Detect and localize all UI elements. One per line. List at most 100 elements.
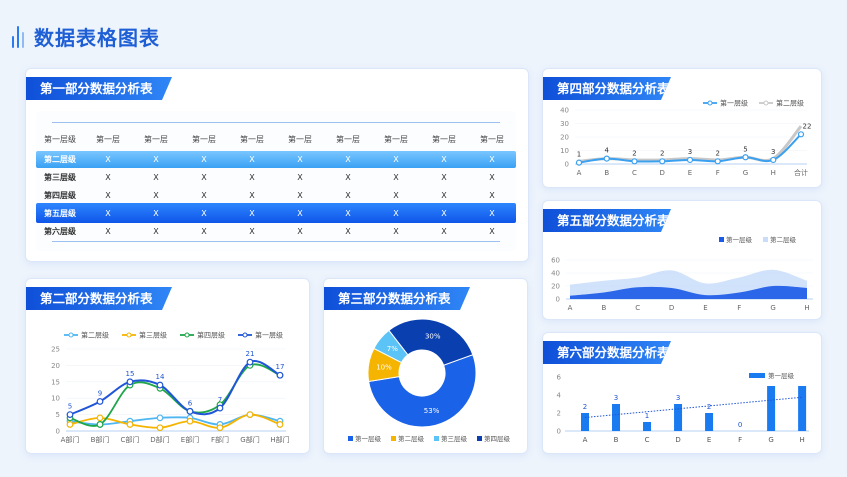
legend-label: 第一层级: [255, 331, 283, 340]
data-point: [216, 404, 224, 412]
x-tick-label: B: [601, 304, 606, 312]
legend-label: 第一层级: [355, 434, 382, 443]
data-label: 1: [645, 412, 649, 420]
table-cell: X: [441, 155, 447, 164]
table-header-cell: 第一层: [144, 135, 168, 144]
data-label: 6: [188, 399, 193, 407]
table-cell: X: [153, 227, 159, 236]
legend-swatch-marker: [707, 100, 713, 106]
y-tick-label: 20: [560, 134, 569, 142]
x-tick-label: E: [707, 436, 711, 444]
data-point: [714, 158, 721, 165]
y-tick-label: 0: [565, 161, 569, 169]
series-line: [69, 360, 281, 416]
table-cell: X: [297, 173, 303, 182]
table-cell: X: [393, 227, 399, 236]
table-header-cell: 第一层: [96, 135, 120, 144]
table-header-cell: 第一层: [480, 135, 504, 144]
table-cell: X: [297, 208, 303, 218]
table-header-cell: 第一层: [192, 135, 216, 144]
section-4-card: 第四部分数据分析表 0 10 20 30 40 A B C D E F G H 合计 第一层级 第二层级 1 4 2…: [542, 68, 822, 188]
table-cell: X: [249, 173, 255, 182]
y-tick-label: 15: [51, 378, 60, 386]
data-point: [686, 156, 694, 164]
legend-label: 第四层级: [484, 434, 511, 443]
table-header-cell: 第一层: [240, 135, 264, 144]
table-row: 第六层级 X X X X X X X X X: [36, 223, 516, 240]
x-tick-label: F: [738, 436, 742, 444]
x-tick-label: D部门: [150, 435, 169, 444]
slice-value-label: 7%: [387, 345, 398, 353]
legend-label: 第三层级: [139, 331, 167, 340]
data-label: 3: [676, 394, 680, 402]
data-point: [603, 155, 610, 162]
section-3-card: 第三部分数据分析表 53% 10% 7% 30% 第一层级 第二层级 第三层级 第四层级: [323, 278, 528, 454]
legend-swatch-marker: [126, 332, 132, 338]
y-tick-label: 20: [51, 362, 60, 370]
legend-swatch: [348, 436, 353, 441]
table-cell: 第四层级: [44, 191, 76, 200]
table-cell: X: [489, 208, 495, 218]
data-point: [631, 158, 638, 165]
data-point: [96, 398, 104, 405]
legend-label: 第二层级: [770, 235, 797, 244]
table-cell: X: [297, 227, 303, 236]
x-tick-label: A: [577, 169, 582, 177]
data-table: 第一层级 第一层 第一层 第一层 第一层 第一层 第一层 第一层 第一层 第一层 第二层级 X X X X X…: [36, 111, 516, 251]
data-point: [575, 159, 583, 166]
table-top-rule: [52, 122, 500, 123]
table-cell: X: [441, 191, 447, 200]
y-tick-label: 40: [551, 270, 560, 278]
data-point: [216, 424, 224, 432]
table-cell: X: [393, 155, 399, 164]
table-header-row: 第一层级 第一层 第一层 第一层 第一层 第一层 第一层 第一层 第一层 第一层: [36, 131, 516, 148]
y-tick-label: 0: [56, 428, 60, 436]
legend-label: 第二层级: [776, 99, 804, 108]
slice-value-label: 30%: [425, 333, 441, 341]
data-point: [659, 158, 666, 165]
x-tick-label: E部门: [181, 435, 199, 444]
data-label: 3: [688, 148, 692, 156]
table-header-cell: 第一层级: [44, 135, 76, 144]
section-1-title: 第一部分数据分析表: [26, 77, 172, 100]
data-label: 21: [246, 350, 255, 358]
bar: [674, 404, 683, 431]
table-cell: X: [249, 191, 255, 200]
bar: [798, 386, 807, 431]
data-point: [126, 378, 134, 386]
data-point: [246, 411, 254, 419]
bar: [581, 413, 589, 431]
data-label: 0: [738, 421, 742, 429]
table-cell: X: [201, 208, 207, 218]
table-cell: X: [345, 191, 351, 200]
table-cell: X: [489, 191, 495, 200]
y-tick-label: 40: [560, 107, 569, 115]
table-cell: X: [249, 227, 255, 236]
x-tick-label: C: [635, 304, 640, 312]
y-tick-label: 4: [557, 392, 562, 400]
table-cell: X: [105, 155, 111, 164]
data-label: 15: [126, 370, 135, 378]
x-tick-label: C: [645, 436, 650, 444]
y-tick-label: 0: [557, 428, 561, 436]
y-tick-label: 10: [560, 147, 569, 155]
x-tick-label: A部门: [61, 435, 80, 444]
x-tick-label: D: [675, 436, 680, 444]
bar: [612, 404, 621, 431]
x-tick-label: G部门: [240, 435, 259, 444]
legend-label: 第一层级: [720, 99, 748, 108]
x-tick-label: F: [716, 169, 720, 177]
legend-swatch-marker: [184, 332, 190, 338]
section-6-card: 第六部分数据分析表 0 2 4 6 2 A 3 B 1 C 3 D 2 E 0 F G H 第一层级: [542, 332, 822, 454]
table-row: 第五层级 X X X X X X X X X: [36, 203, 516, 223]
data-point: [96, 421, 104, 428]
series-line: [578, 125, 803, 163]
y-tick-label: 2: [557, 410, 561, 418]
y-tick-label: 30: [560, 120, 569, 128]
section-2-line-chart: 0 5 10 15 20 25 A部门 B部门 C部门 D部门 E部门 F部门 G部门 H部门 第二层级 第三…: [51, 331, 290, 445]
table-cell: X: [153, 191, 159, 200]
table-row: 第四层级 X X X X X X X X X: [36, 187, 516, 204]
data-label: 2: [660, 149, 664, 157]
x-tick-label: 合计: [794, 168, 808, 177]
table-cell: X: [345, 208, 351, 218]
